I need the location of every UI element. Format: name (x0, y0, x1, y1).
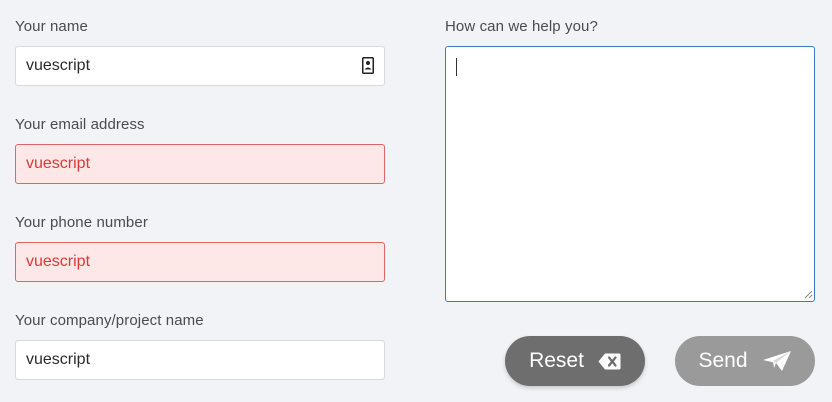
email-field[interactable] (15, 144, 385, 184)
message-textarea[interactable] (445, 46, 815, 302)
name-label: Your name (15, 18, 88, 35)
reset-button[interactable]: Reset (505, 336, 645, 386)
send-button-label: Send (698, 349, 748, 372)
text-cursor (456, 58, 457, 76)
paper-plane-icon (762, 351, 791, 371)
company-field[interactable] (15, 340, 385, 380)
send-button[interactable]: Send (675, 336, 815, 386)
reset-button-label: Reset (529, 349, 584, 372)
contact-form: Your name Your email address Your phone … (0, 0, 832, 402)
resize-grip-icon[interactable] (804, 290, 813, 299)
message-label: How can we help you? (445, 18, 598, 35)
email-label: Your email address (15, 116, 145, 133)
backspace-icon (598, 353, 621, 369)
phone-field[interactable] (15, 242, 385, 282)
phone-label: Your phone number (15, 214, 148, 231)
name-field[interactable] (15, 46, 385, 86)
company-label: Your company/project name (15, 312, 204, 329)
contact-card-icon[interactable] (362, 57, 374, 74)
